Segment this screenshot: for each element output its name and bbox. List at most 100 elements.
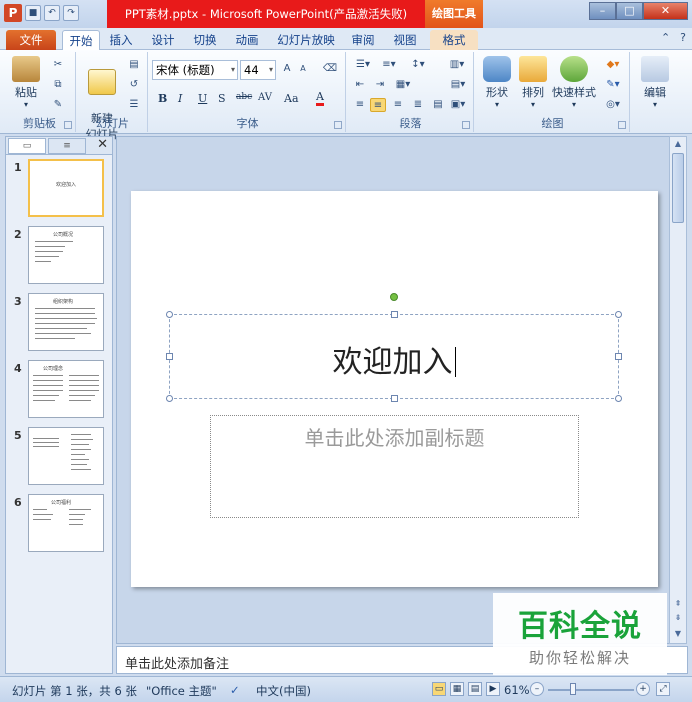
drawing-launcher-icon[interactable]: [618, 121, 626, 129]
grow-font-icon[interactable]: A: [280, 62, 294, 76]
help-icon[interactable]: ?: [680, 31, 686, 44]
slide-thumbnail-5[interactable]: 5: [10, 427, 108, 487]
shape-outline-icon[interactable]: ✎▾: [602, 78, 624, 92]
paste-button[interactable]: 粘贴 ▾: [8, 56, 44, 109]
format-painter-icon[interactable]: ✎: [50, 98, 66, 112]
font-color-button[interactable]: A: [316, 90, 324, 106]
resize-handle[interactable]: [166, 311, 173, 318]
fit-to-window-icon[interactable]: ⤢: [656, 682, 670, 696]
tab-view[interactable]: 视图: [388, 30, 422, 50]
change-case-button[interactable]: Aa: [284, 92, 299, 105]
align-right-icon[interactable]: ≡: [390, 98, 406, 112]
minimize-ribbon-icon[interactable]: ⌃: [661, 31, 670, 44]
zoom-in-icon[interactable]: +: [636, 682, 650, 696]
edit-button[interactable]: 编辑 ▾: [638, 56, 672, 109]
title-placeholder[interactable]: 欢迎加入: [166, 311, 622, 402]
slide-sorter-icon[interactable]: ▦: [450, 682, 464, 696]
powerpoint-app-icon[interactable]: P: [4, 4, 22, 22]
shadow-button[interactable]: S: [218, 92, 226, 105]
slide-thumbnail-3[interactable]: 3 组织架构: [10, 293, 108, 353]
tab-review[interactable]: 审阅: [346, 30, 380, 50]
scrollbar-thumb[interactable]: [672, 153, 684, 223]
subtitle-placeholder[interactable]: 单击此处添加副标题: [210, 415, 579, 518]
slide-thumbnail-4[interactable]: 4 公司理念: [10, 360, 108, 420]
redo-icon[interactable]: ↷: [63, 5, 79, 21]
slide-thumbnail-2[interactable]: 2 公司概况: [10, 226, 108, 286]
shape-effects-icon[interactable]: ◎▾: [602, 98, 624, 112]
resize-handle[interactable]: [615, 395, 622, 402]
italic-button[interactable]: I: [178, 92, 182, 105]
clear-format-icon[interactable]: ⌫: [322, 62, 338, 76]
strikethrough-button[interactable]: abc: [236, 92, 252, 102]
tab-design[interactable]: 设计: [146, 30, 180, 50]
minimize-button[interactable]: –: [589, 2, 616, 20]
tab-animations[interactable]: 动画: [230, 30, 264, 50]
resize-handle[interactable]: [166, 353, 173, 360]
copy-icon[interactable]: ⧉: [50, 78, 66, 92]
font-name-select[interactable]: 宋体 (标题) ▾: [152, 60, 238, 80]
font-size-select[interactable]: 44 ▾: [240, 60, 276, 80]
underline-button[interactable]: U: [198, 92, 207, 105]
arrange-button[interactable]: 排列 ▾: [516, 56, 550, 109]
reset-icon[interactable]: ↺: [126, 78, 142, 92]
layout-icon[interactable]: ▤: [126, 58, 142, 72]
shape-button[interactable]: 形状 ▾: [480, 56, 514, 109]
resize-handle[interactable]: [166, 395, 173, 402]
shape-fill-icon[interactable]: ◆▾: [602, 58, 624, 72]
save-icon[interactable]: ■: [25, 5, 41, 21]
tab-transitions[interactable]: 切换: [188, 30, 222, 50]
resize-handle[interactable]: [391, 395, 398, 402]
maximize-button[interactable]: □: [616, 2, 643, 20]
line-spacing-icon[interactable]: ↕▾: [408, 58, 428, 72]
bullets-icon[interactable]: ☰▾: [352, 58, 374, 72]
slide-thumbnail-6[interactable]: 6 公司福利: [10, 494, 108, 554]
theme-status[interactable]: "Office 主题": [146, 683, 217, 699]
rotation-handle[interactable]: [390, 293, 398, 301]
scroll-up-icon[interactable]: ▲: [672, 139, 684, 151]
shrink-font-icon[interactable]: A: [296, 62, 310, 76]
numbering-icon[interactable]: ≡▾: [378, 58, 400, 72]
tab-insert[interactable]: 插入: [104, 30, 138, 50]
align-text-icon[interactable]: ▤▾: [448, 78, 468, 92]
bold-button[interactable]: B: [158, 92, 167, 105]
text-direction-icon[interactable]: ▦▾: [392, 78, 414, 92]
next-slide-icon[interactable]: ⇟: [672, 613, 684, 625]
zoom-slider-knob[interactable]: [570, 683, 576, 695]
char-spacing-button[interactable]: AV: [258, 92, 272, 103]
section-icon[interactable]: ☰: [126, 98, 142, 112]
tab-format[interactable]: 格式: [430, 30, 478, 50]
slide-title[interactable]: 欢迎加入: [170, 337, 618, 381]
close-panel-icon[interactable]: ✕: [97, 137, 108, 152]
resize-handle[interactable]: [615, 353, 622, 360]
tab-file[interactable]: 文件: [6, 30, 56, 50]
quick-styles-button[interactable]: 快速样式 ▾: [550, 56, 598, 109]
normal-view-icon[interactable]: ▭: [432, 682, 446, 696]
align-center-icon[interactable]: ≡: [370, 98, 386, 112]
justify-icon[interactable]: ≣: [410, 98, 426, 112]
align-left-icon[interactable]: ≡: [352, 98, 368, 112]
slide-thumbnail-1[interactable]: 1 欢迎加入: [10, 159, 108, 219]
slideshow-icon[interactable]: ▶: [486, 682, 500, 696]
paragraph-launcher-icon[interactable]: [462, 121, 470, 129]
increase-indent-icon[interactable]: ⇥: [372, 78, 388, 92]
slides-tab-icon[interactable]: ▭: [8, 138, 46, 154]
previous-slide-icon[interactable]: ⇞: [672, 599, 684, 611]
reading-view-icon[interactable]: ▤: [468, 682, 482, 696]
spellcheck-icon[interactable]: ✓: [230, 683, 240, 697]
zoom-level[interactable]: 61%: [504, 683, 530, 697]
close-button[interactable]: ✕: [643, 2, 688, 20]
zoom-slider[interactable]: [548, 689, 634, 691]
distributed-icon[interactable]: ▤: [430, 98, 446, 112]
clipboard-launcher-icon[interactable]: [64, 121, 72, 129]
resize-handle[interactable]: [391, 311, 398, 318]
columns-icon[interactable]: ▥▾: [446, 58, 468, 72]
vertical-scrollbar[interactable]: ▲ ⇞ ⇟ ▼: [669, 136, 687, 644]
tab-home[interactable]: 开始: [62, 30, 100, 51]
smartart-icon[interactable]: ▣▾: [448, 98, 468, 112]
cut-icon[interactable]: ✂: [50, 58, 66, 72]
scroll-down-icon[interactable]: ▼: [672, 629, 684, 641]
language-status[interactable]: 中文(中国): [256, 683, 311, 699]
outline-tab-icon[interactable]: ≡: [48, 138, 86, 154]
undo-icon[interactable]: ↶: [44, 5, 60, 21]
zoom-out-icon[interactable]: –: [530, 682, 544, 696]
